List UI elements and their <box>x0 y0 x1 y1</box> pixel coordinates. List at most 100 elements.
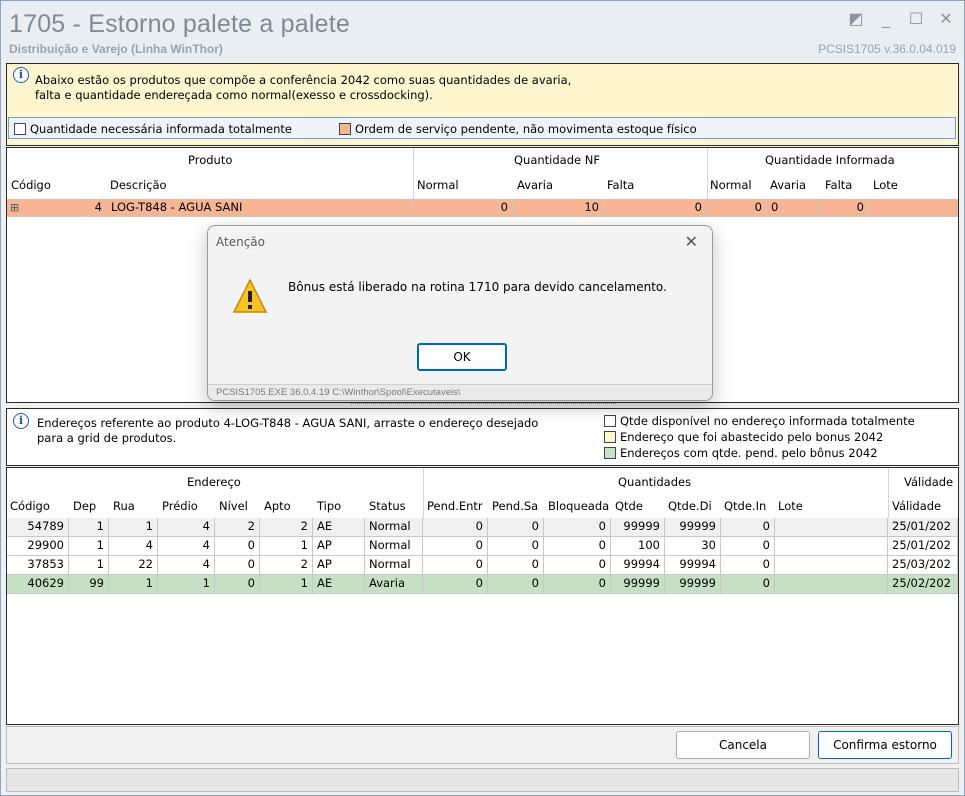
status-bar <box>6 768 959 792</box>
warning-icon <box>232 278 268 313</box>
group-header-produto: Produto <box>188 153 233 167</box>
cell-predio: 4 <box>158 537 215 556</box>
cell-pend-sa: 0 <box>488 518 544 537</box>
cell-pend-sa: 0 <box>488 556 544 575</box>
legend-item-pending: Ordem de serviço pendente, não movimenta… <box>339 122 697 136</box>
cell-qtde-di: 99999 <box>665 518 721 537</box>
cell-codigo: 29900 <box>7 537 69 556</box>
cell-qtde-di: 99999 <box>665 575 721 594</box>
col-header-rua[interactable]: Rua <box>113 499 135 513</box>
col-header-inf-avaria[interactable]: Avaria <box>770 178 806 192</box>
cell-codigo: 40629 <box>7 575 69 594</box>
window-subtitle: Distribuição e Varejo (Linha WinThor) <box>9 42 223 56</box>
col-header-dep[interactable]: Dep <box>73 499 96 513</box>
cell-qtde-di: 30 <box>665 537 721 556</box>
col-header-nf-normal[interactable]: Normal <box>417 178 459 192</box>
confirm-estorno-button[interactable]: Confirma estorno <box>818 731 952 759</box>
table-row[interactable]: ⊞ 4 LOG-T848 - AGUA SANI 0 10 0 0 0 0 <box>7 199 958 217</box>
main-window: 1705 - Estorno palete a palete Distribui… <box>0 0 965 796</box>
col-header-nf-falta[interactable]: Falta <box>607 178 634 192</box>
col-header-inf-normal[interactable]: Normal <box>710 178 752 192</box>
col-header-qtde-in[interactable]: Qtde.In <box>724 499 776 513</box>
splitter-handle[interactable] <box>351 403 616 406</box>
col-header-tipo[interactable]: Tipo <box>317 499 341 513</box>
cell-qtde-di: 99994 <box>665 556 721 575</box>
info-text: Abaixo estão os produtos que compõe a co… <box>35 73 571 103</box>
table-row[interactable]: 37853 1 22 4 0 2 AP Normal 0 0 0 99994 99994 0 25/03/2… <box>7 556 958 575</box>
info-line-1: Abaixo estão os produtos que compõe a co… <box>35 73 572 87</box>
cell-tipo: AP <box>313 556 365 575</box>
col-header-status[interactable]: Status <box>369 499 406 513</box>
cell-lote <box>775 518 888 537</box>
cell-qtde: 99999 <box>611 518 665 537</box>
legend-swatch <box>604 431 616 443</box>
cell-qtde-in: 0 <box>721 537 775 556</box>
cell-apto: 1 <box>260 575 313 594</box>
legend-item-complete: Quantidade necessária informada totalmen… <box>14 122 292 136</box>
col-header-predio[interactable]: Prédio <box>162 499 198 513</box>
legend-swatch <box>339 123 351 135</box>
cell-codigo: ⊞ 4 <box>7 199 107 217</box>
col-header-validade[interactable]: Válidade <box>892 499 941 513</box>
col-header-codigo[interactable]: Código <box>11 178 51 192</box>
cell-apto: 2 <box>260 518 313 537</box>
cell-inf-avaria: 0 <box>767 199 822 217</box>
expand-icon[interactable]: ⊞ <box>10 199 19 216</box>
cell-dep: 1 <box>69 518 109 537</box>
grid-divider <box>888 468 889 518</box>
dialog-title: Atenção <box>216 235 265 249</box>
cell-dep: 1 <box>69 537 109 556</box>
col-header-apto[interactable]: Apto <box>264 499 291 513</box>
info-icon: i <box>13 67 29 83</box>
col-header-inf-falta[interactable]: Falta <box>825 178 852 192</box>
cell-rua: 1 <box>109 518 158 537</box>
col-header-lote[interactable]: Lote <box>778 499 803 513</box>
resize-icon[interactable]: ◩ <box>848 9 864 28</box>
col-header-qtde[interactable]: Qtde <box>615 499 643 513</box>
cell-predio: 4 <box>158 556 215 575</box>
minimize-icon[interactable]: _ <box>878 9 894 28</box>
cell-qtde-in: 0 <box>721 575 775 594</box>
cell-inf-normal: 0 <box>707 199 767 217</box>
title-bar[interactable]: 1705 - Estorno palete a palete Distribui… <box>1 1 964 61</box>
col-header-nivel[interactable]: Nível <box>219 499 248 513</box>
cell-apto: 1 <box>260 537 313 556</box>
table-row[interactable]: 54789 1 1 4 2 2 AE Normal 0 0 0 99999 99999 0 25/01/20… <box>7 518 958 537</box>
cell-apto: 2 <box>260 556 313 575</box>
cell-predio: 1 <box>158 575 215 594</box>
col-header-pend-entr[interactable]: Pend.Entr <box>427 499 490 513</box>
cell-pend-entr: 0 <box>423 556 488 575</box>
col-header-qtde-di[interactable]: Qtde.Di <box>668 499 723 513</box>
close-icon[interactable]: ✕ <box>938 9 954 28</box>
cell-qtde-in: 0 <box>721 518 775 537</box>
table-row[interactable]: 29900 1 4 4 0 1 AP Normal 0 0 0 100 30 0 25/01/202 <box>7 537 958 556</box>
dialog-close-icon[interactable]: ✕ <box>685 232 698 251</box>
cell-rua: 4 <box>109 537 158 556</box>
address-grid[interactable]: Endereço Quantidades Válidade Código Dep… <box>6 467 959 725</box>
col-header-lote[interactable]: Lote <box>873 178 898 192</box>
maximize-icon[interactable]: ☐ <box>908 9 924 28</box>
cell-dep: 1 <box>69 556 109 575</box>
cell-nivel: 0 <box>215 537 260 556</box>
legend-label: Endereços com qtde. pend. pelo bônus 204… <box>620 446 878 460</box>
cell-status: Normal <box>365 556 423 575</box>
col-header-descricao[interactable]: Descrição <box>110 178 167 192</box>
table-row[interactable]: 40629 99 1 1 0 1 AE Avaria 0 0 0 99999 99999 0 25/02/2… <box>7 575 958 594</box>
col-header-pend-sa[interactable]: Pend.Sa <box>492 499 547 513</box>
address-info-panel: i Endereços referente ao produto 4-LOG-T… <box>6 408 959 466</box>
attention-dialog: Atenção ✕ Bônus está liberado na rotina … <box>207 225 713 401</box>
cell-tipo: AP <box>313 537 365 556</box>
info-line-2: falta e quantidade endereçada como norma… <box>35 88 433 102</box>
col-header-bloqueada[interactable]: Bloqueada <box>548 499 611 513</box>
dialog-footer: PCSIS1705.EXE 36.0.4.19 C:\Winthor\Spool… <box>208 384 712 400</box>
cell-tipo: AE <box>313 575 365 594</box>
address-legend-item: Endereços com qtde. pend. pelo bônus 204… <box>604 446 878 460</box>
col-header-codigo[interactable]: Código <box>10 499 50 513</box>
cell-nf-normal: 0 <box>413 199 513 217</box>
ok-button[interactable]: OK <box>417 343 507 371</box>
col-header-nf-avaria[interactable]: Avaria <box>517 178 553 192</box>
cancel-button[interactable]: Cancela <box>676 731 810 759</box>
dialog-message: Bônus está liberado na rotina 1710 para … <box>288 280 667 294</box>
cell-bloqueada: 0 <box>544 537 611 556</box>
group-header-qtd-informada: Quantidade Informada <box>765 153 895 167</box>
